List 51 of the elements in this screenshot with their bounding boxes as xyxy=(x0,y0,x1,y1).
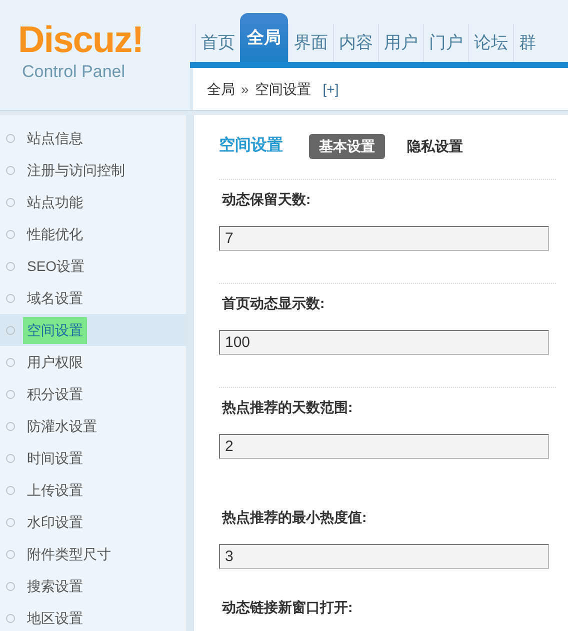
bullet-icon xyxy=(6,486,15,494)
bullet-icon xyxy=(6,134,15,142)
logo-brand: Discuz! xyxy=(18,20,144,60)
page-title: 空间设置 xyxy=(219,135,283,156)
sidebar-item[interactable]: 水印设置 xyxy=(0,506,186,538)
bullet-icon xyxy=(6,390,15,398)
settings-tab[interactable]: 基本设置 xyxy=(309,134,385,158)
breadcrumb-separator: » xyxy=(241,80,249,98)
bullet-icon xyxy=(6,550,15,558)
bullet-icon xyxy=(6,198,15,206)
sidebar-item[interactable]: 防灌水设置 xyxy=(0,410,186,442)
input-field[interactable]: 100 xyxy=(219,330,549,355)
sidebar-item[interactable]: 搜索设置 xyxy=(0,570,186,602)
bullet-icon xyxy=(6,582,15,590)
breadcrumb-item: 空间设置 xyxy=(254,80,311,98)
bullet-icon xyxy=(6,230,15,238)
bullet-icon xyxy=(6,326,15,334)
field-label: 动态链接新窗口打开: xyxy=(220,598,353,616)
bullet-icon xyxy=(6,518,15,526)
sidebar-item[interactable]: 域名设置 xyxy=(0,282,186,314)
sidebar-item[interactable]: 空间设置 xyxy=(0,314,186,346)
bullet-icon xyxy=(6,422,15,430)
field-label: 热点推荐的最小热度值: xyxy=(220,508,367,526)
field-label: 首页动态显示数: xyxy=(221,294,325,312)
sidebar-item[interactable]: 站点功能 xyxy=(0,186,186,218)
bullet-icon xyxy=(6,454,15,462)
settings-tab[interactable]: 隐私设置 xyxy=(397,134,473,158)
bullet-icon xyxy=(6,262,15,270)
bullet-icon xyxy=(6,614,15,622)
sidebar-item[interactable]: SEO设置 xyxy=(0,250,186,282)
input-field[interactable]: 3 xyxy=(219,544,549,569)
field-label: 动态保留天数: xyxy=(220,190,311,208)
bullet-icon xyxy=(6,166,15,174)
input-field[interactable]: 7 xyxy=(219,226,549,251)
expand-toggle[interactable]: [+] xyxy=(322,78,339,100)
logo-subtitle: Control Panel xyxy=(21,62,126,82)
bullet-icon xyxy=(6,358,15,366)
sidebar-item[interactable]: 地区设置 xyxy=(0,602,186,631)
sidebar-item[interactable]: 积分设置 xyxy=(0,378,186,410)
input-field[interactable]: 2 xyxy=(219,434,549,459)
field-label: 热点推荐的天数范围: xyxy=(220,398,353,416)
sidebar-item[interactable]: 时间设置 xyxy=(0,442,186,474)
sidebar-item[interactable]: 性能优化 xyxy=(0,218,186,250)
nav-tab[interactable]: 全局 xyxy=(240,13,288,62)
bullet-icon xyxy=(6,294,15,302)
sidebar-item[interactable]: 注册与访问控制 xyxy=(0,154,186,186)
sidebar-item[interactable]: 附件类型尺寸 xyxy=(0,538,186,570)
sidebar-item[interactable]: 用户权限 xyxy=(0,346,186,378)
sidebar-item[interactable]: 上传设置 xyxy=(0,474,186,506)
breadcrumb-item[interactable]: 全局 xyxy=(207,78,235,100)
sidebar-item[interactable]: 站点信息 xyxy=(0,122,186,154)
